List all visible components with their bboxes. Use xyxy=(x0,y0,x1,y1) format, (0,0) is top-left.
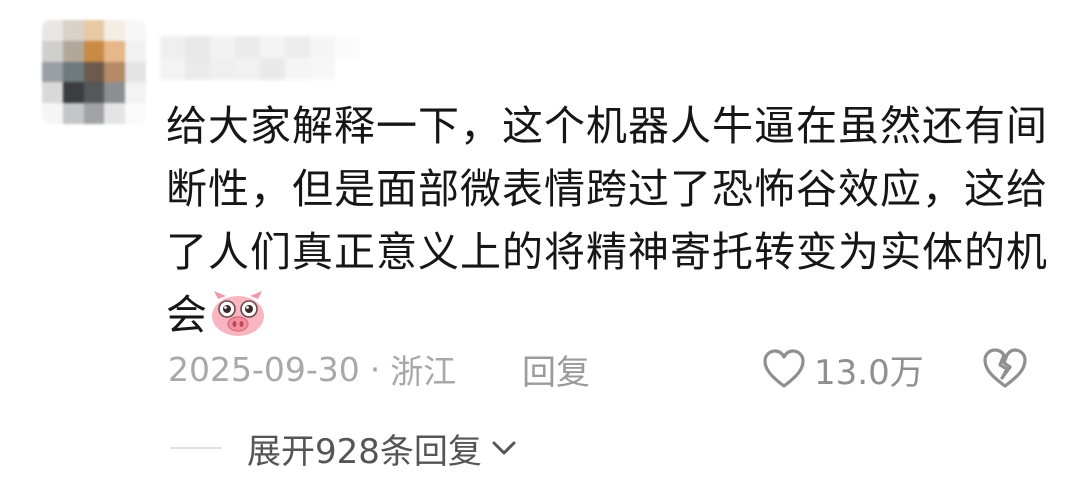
chevron-down-icon xyxy=(492,441,516,455)
pig-emoji-icon xyxy=(210,291,266,337)
like-count: 13.0万 xyxy=(814,352,924,393)
comment-text-line: 给大家解释一下，这个机器人牛逼在虽然还有间 xyxy=(166,102,1048,150)
reply-button[interactable]: 回复 xyxy=(522,345,590,393)
comment-meta: 2025-09-30 · 浙江 xyxy=(168,345,456,393)
expand-replies-label: 展开928条回复 xyxy=(247,431,482,472)
username[interactable] xyxy=(160,36,360,80)
comment-date: 2025-09-30 xyxy=(168,349,360,389)
reply-label: 回复 xyxy=(522,352,590,393)
comment-text-line: 了人们真正意义上的将精神寄托转变为实体的机 xyxy=(166,228,1048,276)
comment-text: 给大家解释一下，这个机器人牛逼在虽然还有间 断性，但是面部微表情跨过了恐怖谷效应… xyxy=(166,95,1048,347)
heart-icon xyxy=(763,349,805,388)
expand-divider xyxy=(170,447,222,449)
broken-heart-icon xyxy=(983,348,1027,388)
comment-location: 浙江 xyxy=(390,352,457,391)
like-button[interactable]: 13.0万 xyxy=(762,343,924,395)
avatar[interactable] xyxy=(42,20,146,124)
meta-separator: · xyxy=(369,349,381,389)
comment-item: 给大家解释一下，这个机器人牛逼在虽然还有间 断性，但是面部微表情跨过了恐怖谷效应… xyxy=(0,0,1080,498)
dislike-button[interactable] xyxy=(982,345,1028,393)
expand-replies-button[interactable]: 展开928条回复 xyxy=(247,423,518,473)
comment-text-line: 会 xyxy=(166,284,1046,347)
comment-text-line: 断性，但是面部微表情跨过了恐怖谷效应，这给 xyxy=(166,165,1048,213)
